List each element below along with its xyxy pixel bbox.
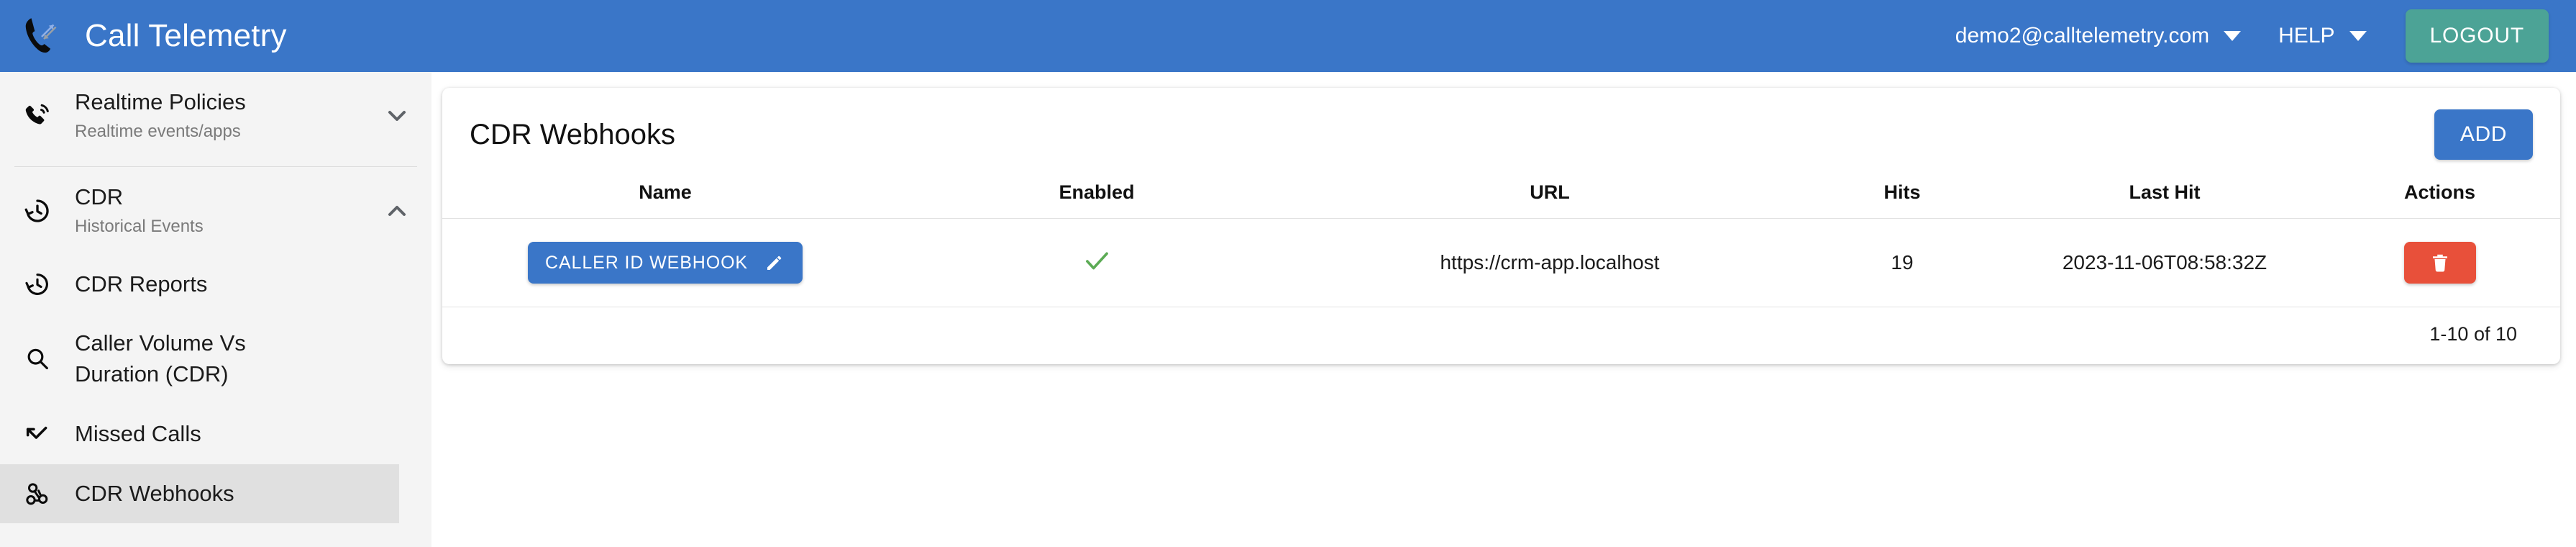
- table-body: CALLER ID WEBHOOK: [442, 219, 2560, 307]
- search-icon: [0, 345, 75, 374]
- sidebar-item-caller-volume-vs-duration[interactable]: Caller Volume Vs Duration (CDR): [0, 314, 431, 404]
- sidebar-item-cdr-reports[interactable]: CDR Reports: [0, 255, 431, 315]
- card-header: CDR Webhooks ADD: [442, 88, 2560, 177]
- sidebar: Realtime Policies Realtime events/apps C…: [0, 72, 431, 547]
- delete-webhook-button[interactable]: [2404, 242, 2476, 284]
- app-title: Call Telemetry: [85, 18, 287, 54]
- sidebar-group-title: Realtime Policies: [75, 88, 383, 117]
- column-header-hits: Hits: [1794, 177, 2010, 219]
- sidebar-group-realtime-policies[interactable]: Realtime Policies Realtime events/apps: [0, 72, 431, 159]
- trash-icon: [2429, 250, 2451, 275]
- sidebar-item-label: CDR Webhooks: [75, 479, 234, 510]
- webhook-name-edit-chip[interactable]: CALLER ID WEBHOOK: [528, 242, 803, 284]
- call-missed-icon: [0, 420, 75, 448]
- sidebar-item-label: CDR Reports: [75, 269, 207, 300]
- logout-button[interactable]: LOGOUT: [2406, 9, 2549, 63]
- cell-url: https://crm-app.localhost: [1305, 219, 1794, 307]
- column-header-last-hit: Last Hit: [2010, 177, 2319, 219]
- table-header: Name Enabled URL Hits Last Hit Actions: [442, 177, 2560, 219]
- sidebar-group-text: Realtime Policies Realtime events/apps: [75, 88, 383, 143]
- table-header-row: Name Enabled URL Hits Last Hit Actions: [442, 177, 2560, 219]
- column-header-url: URL: [1305, 177, 1794, 219]
- cdr-webhooks-card: CDR Webhooks ADD Name Enabled URL Hits L…: [442, 88, 2560, 364]
- header-actions: demo2@calltelemetry.com HELP LOGOUT: [1937, 9, 2549, 63]
- sidebar-group-text: CDR Historical Events: [75, 183, 383, 238]
- webhook-icon: [0, 479, 75, 508]
- history-icon: [0, 196, 75, 226]
- sidebar-item-label: Caller Volume Vs Duration (CDR): [75, 328, 291, 390]
- chevron-down-icon[interactable]: [383, 101, 411, 130]
- brand: Call Telemetry: [19, 12, 287, 60]
- page-title: CDR Webhooks: [470, 119, 675, 151]
- chevron-down-icon: [2224, 31, 2241, 41]
- cell-hits: 19: [1794, 219, 2010, 307]
- sidebar-group-title: CDR: [75, 183, 383, 212]
- pagination-range: 1-10 of 10: [2429, 323, 2517, 345]
- history-icon: [0, 270, 75, 299]
- check-icon: [1082, 258, 1112, 280]
- table-footer: 1-10 of 10: [442, 307, 2560, 364]
- phone-call-telemetry-icon: [19, 12, 66, 60]
- sidebar-group-cdr[interactable]: CDR Historical Events: [0, 167, 431, 254]
- column-header-enabled: Enabled: [888, 177, 1305, 219]
- webhook-name-label: CALLER ID WEBHOOK: [545, 253, 748, 274]
- cell-enabled: [888, 219, 1305, 307]
- pencil-icon: [764, 252, 785, 274]
- app-header: Call Telemetry demo2@calltelemetry.com H…: [0, 0, 2576, 72]
- add-button[interactable]: ADD: [2434, 109, 2533, 160]
- phone-ring-icon: [0, 101, 75, 131]
- cell-last-hit: 2023-11-06T08:58:32Z: [2010, 219, 2319, 307]
- main-content: CDR Webhooks ADD Name Enabled URL Hits L…: [431, 72, 2576, 547]
- sidebar-item-cdr-webhooks[interactable]: CDR Webhooks: [0, 464, 399, 524]
- chevron-up-icon[interactable]: [383, 196, 411, 225]
- webhooks-table: Name Enabled URL Hits Last Hit Actions C…: [442, 177, 2560, 307]
- help-menu[interactable]: HELP: [2260, 17, 2385, 55]
- cell-name: CALLER ID WEBHOOK: [442, 219, 888, 307]
- cell-actions: [2319, 219, 2560, 307]
- sidebar-group-subtitle: Historical Events: [75, 215, 383, 238]
- table-row: CALLER ID WEBHOOK: [442, 219, 2560, 307]
- column-header-actions: Actions: [2319, 177, 2560, 219]
- help-label: HELP: [2278, 24, 2334, 48]
- column-header-name: Name: [442, 177, 888, 219]
- sidebar-item-label: Missed Calls: [75, 419, 201, 450]
- chevron-down-icon: [2349, 31, 2367, 41]
- sidebar-group-subtitle: Realtime events/apps: [75, 120, 383, 143]
- sidebar-item-missed-calls[interactable]: Missed Calls: [0, 404, 431, 464]
- account-email: demo2@calltelemetry.com: [1955, 24, 2209, 48]
- account-menu[interactable]: demo2@calltelemetry.com: [1937, 17, 2260, 55]
